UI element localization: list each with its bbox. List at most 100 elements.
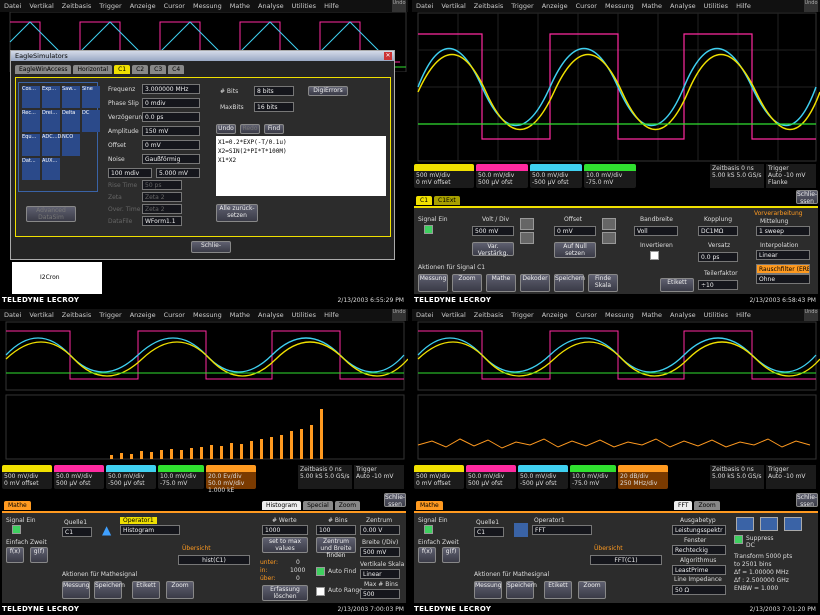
menu-messung[interactable]: Messung: [605, 311, 634, 319]
noise-field[interactable]: Gaußförmig: [142, 154, 200, 164]
dual-math-icon[interactable]: g(f): [30, 547, 48, 563]
interp-field[interactable]: Linear: [756, 250, 810, 260]
menu-utilities[interactable]: Utilities: [704, 311, 728, 319]
decoder-button[interactable]: Dekoder: [520, 274, 550, 292]
save-button[interactable]: Speichern: [94, 581, 125, 599]
bins-field[interactable]: 100: [316, 525, 356, 535]
menu-hilfe[interactable]: Hilfe: [736, 2, 751, 10]
offset-field[interactable]: 0 mV: [554, 226, 596, 236]
autofind-checkbox[interactable]: [316, 567, 325, 576]
trigger-descriptor[interactable]: Trigger Auto -10 mV: [766, 465, 816, 489]
menu-cursor[interactable]: Cursor: [164, 311, 185, 319]
menu-datei[interactable]: Datei: [416, 311, 433, 319]
menu-mathe[interactable]: Mathe: [642, 311, 662, 319]
tab-c4[interactable]: C4: [168, 65, 185, 74]
channel-c4-descriptor[interactable]: 10.0 mV/div -75.0 mV: [584, 164, 636, 188]
noise-amp-field[interactable]: 5.000 mV: [156, 168, 200, 178]
menu-utilities[interactable]: Utilities: [704, 2, 728, 10]
menu-analyse[interactable]: Analyse: [258, 311, 284, 319]
source-field[interactable]: C1: [474, 527, 504, 537]
code-editor[interactable]: X1=0.2*EXP(-T/0.1u) X2=SIN(2*PI*T*100M) …: [216, 136, 386, 196]
tab-fft[interactable]: FFT: [674, 501, 693, 510]
measure-button[interactable]: Messung: [474, 581, 502, 599]
close-button[interactable]: Schlie-ssen: [796, 493, 818, 508]
source-field[interactable]: C1: [62, 527, 92, 537]
undo-button[interactable]: Undo: [392, 0, 406, 12]
trigger-descriptor[interactable]: Trigger Auto -10 mV: [354, 465, 404, 489]
menu-mathe[interactable]: Mathe: [230, 2, 250, 10]
menu-cursor[interactable]: Cursor: [576, 2, 597, 10]
dual-math-icon[interactable]: g(f): [442, 547, 460, 563]
wave-saw-button[interactable]: Saw...: [62, 86, 80, 108]
zoom-button[interactable]: Zoom: [452, 274, 482, 292]
find-scale-button[interactable]: Finde Skala: [588, 274, 618, 292]
wave-exp-button[interactable]: Exp...: [42, 86, 60, 108]
menu-cursor[interactable]: Cursor: [164, 2, 185, 10]
coupling-field[interactable]: DC1MΩ: [698, 226, 738, 236]
tab-c1ext[interactable]: C1Ext: [434, 196, 460, 205]
tab-histogram[interactable]: Histogram: [262, 501, 302, 510]
label-button[interactable]: Etikett: [660, 278, 694, 292]
menu-vertikal[interactable]: Vertikal: [441, 2, 465, 10]
invert-checkbox[interactable]: [650, 251, 659, 260]
signal-on-checkbox[interactable]: [424, 225, 433, 234]
verzoegerung-field[interactable]: 0.0 ps: [142, 112, 200, 122]
menu-analyse[interactable]: Analyse: [670, 2, 696, 10]
tab-c1[interactable]: C1: [114, 65, 131, 74]
code-redo-button[interactable]: Redo: [240, 124, 260, 134]
menu-trigger[interactable]: Trigger: [511, 311, 533, 319]
channel-c4-descriptor[interactable]: 10.0 mV/div -75.0 mV: [570, 465, 616, 489]
vdiv-field[interactable]: 500 mV: [472, 226, 514, 236]
tab-special[interactable]: Special: [303, 501, 333, 510]
datafile-field[interactable]: WForm1.1: [142, 216, 182, 226]
wave-adc-button[interactable]: ADC...Dat...: [42, 134, 71, 156]
channel-c2-descriptor[interactable]: 50.0 mV/div 500 µV ofst: [476, 164, 528, 188]
close-button[interactable]: Schlie-ssen: [384, 493, 406, 508]
menu-utilities[interactable]: Utilities: [292, 311, 316, 319]
menu-zeitbasis[interactable]: Zeitbasis: [62, 311, 92, 319]
tree-item[interactable]: I2Cron: [40, 274, 60, 281]
algorithm-field[interactable]: LeastPrime: [672, 565, 726, 575]
tab-zoom[interactable]: Zoom: [694, 501, 720, 510]
zoom-button[interactable]: Zoom: [578, 581, 606, 599]
tab-c1[interactable]: C1: [416, 196, 433, 205]
close-button[interactable]: Schlie-ssen: [796, 190, 818, 205]
impedance-field[interactable]: 50 Ω: [672, 585, 726, 595]
wave-equ-button[interactable]: Equ...: [22, 134, 40, 156]
tab-c3[interactable]: C3: [150, 65, 167, 74]
menu-datei[interactable]: Datei: [416, 2, 433, 10]
channel-c3-descriptor[interactable]: 50.0 mV/div -500 µV ofst: [518, 465, 568, 489]
save-button[interactable]: Speichern: [506, 581, 537, 599]
vdiv-up-icon[interactable]: [520, 218, 534, 230]
menu-hilfe[interactable]: Hilfe: [324, 311, 339, 319]
close-icon[interactable]: ✕: [384, 52, 392, 60]
code-find-button[interactable]: Find: [264, 124, 284, 134]
menu-cursor[interactable]: Cursor: [576, 311, 597, 319]
code-undo-button[interactable]: Undo: [216, 124, 236, 134]
signal-on-checkbox[interactable]: [12, 525, 21, 534]
tab-eaglewinaccess[interactable]: EagleWinAccess: [15, 65, 72, 74]
menu-vertikal[interactable]: Vertikal: [441, 311, 465, 319]
maxbits-field[interactable]: 16 bits: [254, 102, 294, 112]
menu-zeitbasis[interactable]: Zeitbasis: [474, 311, 504, 319]
wave-rec-button[interactable]: Rec...: [22, 110, 40, 132]
wave-dc-button[interactable]: DC: [82, 110, 100, 132]
channel-c1-descriptor[interactable]: 500 mV/div 0 mV offset: [414, 164, 474, 188]
simple-math-icon[interactable]: f(x): [6, 547, 24, 563]
set-max-button[interactable]: set to max values: [262, 537, 308, 553]
bandwidth-field[interactable]: Voll: [634, 226, 678, 236]
risetime-field[interactable]: 50 ps: [142, 180, 182, 190]
menu-anzeige[interactable]: Anzeige: [542, 2, 568, 10]
undo-button[interactable]: Undo: [392, 309, 406, 321]
reset-all-button[interactable]: Alle zurück-setzen: [216, 204, 258, 222]
menu-hilfe[interactable]: Hilfe: [324, 2, 339, 10]
maxbins-field[interactable]: 500: [360, 589, 400, 599]
menu-datei[interactable]: Datei: [4, 2, 21, 10]
erase-button[interactable]: Erfassung löschen: [262, 585, 308, 601]
menu-mathe[interactable]: Mathe: [642, 2, 662, 10]
wave-delta-button[interactable]: Delta: [62, 110, 80, 132]
timebase-descriptor[interactable]: Zeitbasis 0 ns 5.00 kS 5.0 GS/s: [298, 465, 352, 489]
menu-analyse[interactable]: Analyse: [670, 311, 696, 319]
menu-trigger[interactable]: Trigger: [99, 2, 121, 10]
amplitude-field[interactable]: 150 mV: [142, 126, 200, 136]
